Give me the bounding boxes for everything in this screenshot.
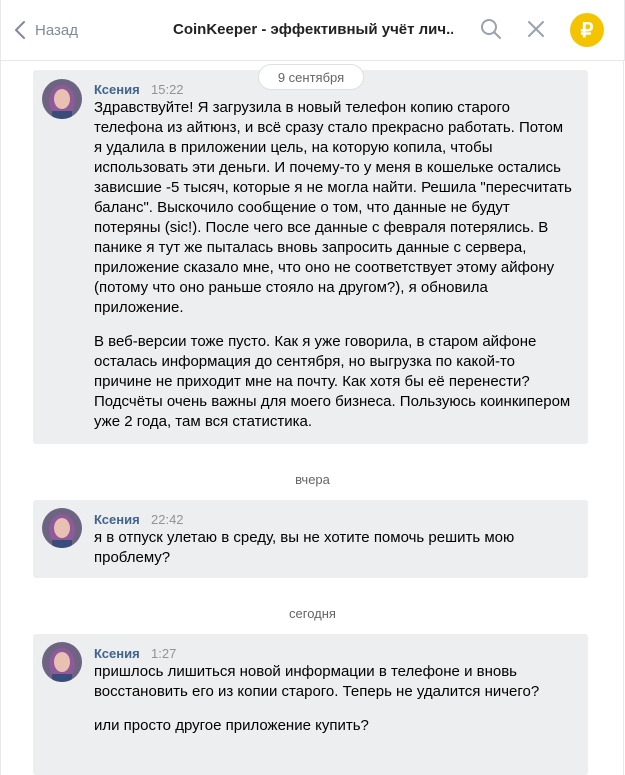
message: Ксения 1:27 пришлось лишиться новой инфо… <box>33 634 588 775</box>
message-time: 1:27 <box>151 646 177 661</box>
avatar[interactable] <box>42 79 82 119</box>
top-bar: Назад CoinKeeper - эффективный учёт лич.… <box>0 0 625 61</box>
message-author[interactable]: Ксения <box>94 512 140 527</box>
message-author[interactable]: Ксения <box>94 82 140 97</box>
message-text: я в отпуск улетаю в среду, вы не хотите … <box>94 528 574 568</box>
search-icon[interactable] <box>480 18 502 45</box>
message-text: Здравствуйте! Я загрузила в новый телефо… <box>94 98 574 432</box>
message-paragraph: пришлось лишиться новой информации в тел… <box>94 663 540 700</box>
date-divider: вчера <box>295 472 330 487</box>
chevron-left-icon <box>15 21 25 39</box>
message-paragraph: В веб-версии тоже пусто. Как я уже говор… <box>94 333 571 430</box>
message-paragraph: или просто другое приложение купить? <box>94 717 369 734</box>
close-icon[interactable] <box>525 18 547 45</box>
coinkeeper-logo[interactable]: ₽ <box>570 13 604 47</box>
page-title: CoinKeeper - эффективный учёт лич... <box>173 21 453 38</box>
back-button[interactable]: Назад <box>15 18 78 42</box>
message-text: пришлось лишиться новой информации в тел… <box>94 662 574 736</box>
avatar[interactable] <box>42 642 82 682</box>
frame-border-right <box>623 60 624 775</box>
back-label: Назад <box>35 21 78 39</box>
avatar[interactable] <box>42 508 82 548</box>
frame-border-left <box>0 60 1 775</box>
message: Ксения 22:42 я в отпуск улетаю в среду, … <box>33 500 588 578</box>
message-paragraph: я в отпуск улетаю в среду, вы не хотите … <box>94 529 515 566</box>
message-author[interactable]: Ксения <box>94 646 140 661</box>
message-time: 15:22 <box>151 82 184 97</box>
date-divider: сегодня <box>289 606 336 621</box>
message-time: 22:42 <box>151 512 184 527</box>
message: Ксения 15:22 Здравствуйте! Я загрузила в… <box>33 70 588 444</box>
message-paragraph: Здравствуйте! Я загрузила в новый телефо… <box>94 99 572 316</box>
date-divider: 9 сентября <box>258 64 364 90</box>
